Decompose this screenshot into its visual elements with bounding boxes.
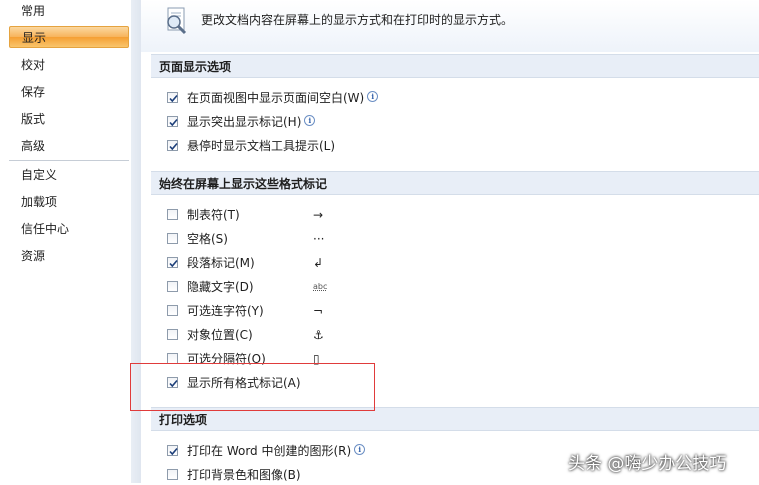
checkbox-paragraph-marks[interactable] <box>167 257 178 268</box>
checkbox-object-anchors[interactable] <box>167 329 178 340</box>
sidebar-item-advanced[interactable]: 高级 <box>9 135 129 157</box>
checkbox-print-background[interactable] <box>167 469 178 480</box>
checkbox-spaces[interactable] <box>167 233 178 244</box>
option-label: 在页面视图中显示页面间空白(W) <box>187 91 365 105</box>
info-icon: i <box>367 91 379 102</box>
sidebar-item-common[interactable]: 常用 <box>9 0 129 22</box>
option-label: 显示突出显示标记(H) <box>187 115 302 129</box>
watermark-text: 头条 @嗨少办公技巧 <box>568 454 727 474</box>
sidebar-divider <box>9 160 129 161</box>
checkbox-tab-characters[interactable] <box>167 209 178 220</box>
option-label: 对象位置(C) <box>187 328 253 342</box>
sidebar-item-addins[interactable]: 加载项 <box>9 191 129 213</box>
option-label: 空格(S) <box>187 232 228 246</box>
option-label: 打印在 Word 中创建的图形(R) <box>187 444 352 458</box>
option-label: 可选连字符(Y) <box>187 304 264 318</box>
option-label: 隐藏文字(D) <box>187 280 254 294</box>
checkbox-show-whitespace[interactable] <box>167 92 178 103</box>
paragraph-mark-symbol: ↲ <box>313 256 324 270</box>
checkbox-print-drawings[interactable] <box>167 445 178 456</box>
tab-mark-symbol: → <box>313 208 324 222</box>
space-mark-symbol: ··· <box>313 232 325 246</box>
sidebar-item-resources[interactable]: 资源 <box>9 245 129 267</box>
sidebar-item-trust-center[interactable]: 信任中心 <box>9 218 129 240</box>
hidden-text-symbol: abc <box>313 282 328 291</box>
info-icon: i <box>354 444 366 455</box>
intro-banner: 更改文档内容在屏幕上的显示方式和在打印时的显示方式。 <box>141 0 759 52</box>
sidebar-item-layout[interactable]: 版式 <box>9 108 129 130</box>
section-header-page-display: 页面显示选项 <box>151 54 759 78</box>
checkbox-optional-hyphens[interactable] <box>167 305 178 316</box>
info-icon: i <box>304 115 316 126</box>
checkbox-hidden-text[interactable] <box>167 281 178 292</box>
option-label: 段落标记(M) <box>187 256 255 270</box>
option-label: 打印背景色和图像(B) <box>187 468 301 482</box>
sidebar-item-proofing[interactable]: 校对 <box>9 54 129 76</box>
option-label: 制表符(T) <box>187 208 240 222</box>
checkbox-show-highlighter[interactable] <box>167 116 178 127</box>
options-sidebar: 常用 显示 校对 保存 版式 高级 自定义 加载项 信任中心 资源 <box>0 0 132 483</box>
section-header-format-marks: 始终在屏幕上显示这些格式标记 <box>151 171 759 195</box>
sidebar-item-display[interactable]: 显示 <box>9 26 129 48</box>
option-label: 悬停时显示文档工具提示(L) <box>187 139 336 153</box>
intro-description: 更改文档内容在屏幕上的显示方式和在打印时的显示方式。 <box>201 13 514 27</box>
highlight-annotation-box <box>130 363 375 411</box>
sidebar-item-save[interactable]: 保存 <box>9 81 129 103</box>
hyphen-mark-symbol: ¬ <box>313 304 324 318</box>
magnifier-document-icon <box>161 6 191 36</box>
anchor-icon: ⚓ <box>313 328 324 342</box>
checkbox-show-tooltips[interactable] <box>167 140 178 151</box>
sidebar-item-customize[interactable]: 自定义 <box>9 164 129 186</box>
